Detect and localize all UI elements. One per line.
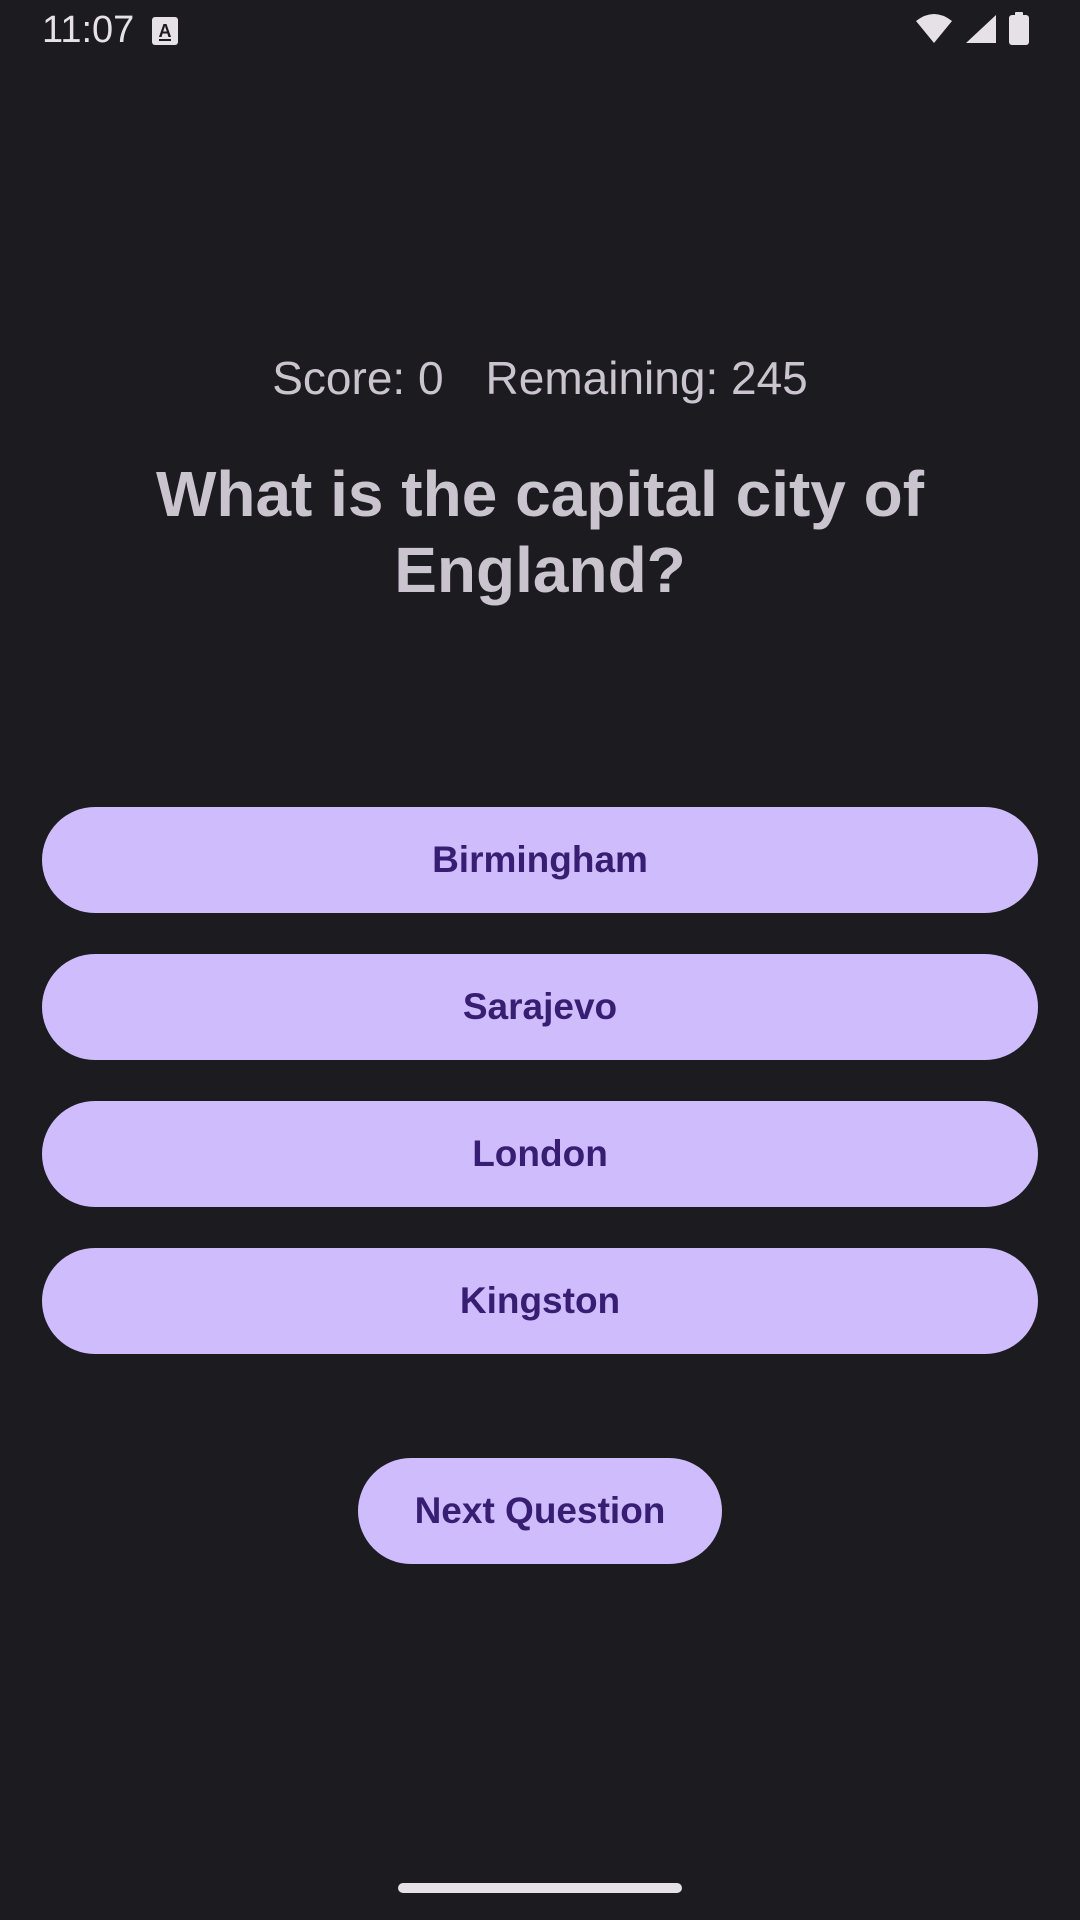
score-row: Score: 0 Remaining: 245: [0, 350, 1080, 406]
remaining-label: Remaining: 245: [485, 352, 808, 404]
score-label: Score: 0: [272, 352, 444, 404]
status-icons: [914, 11, 1030, 51]
a-keyboard-icon: A: [152, 17, 178, 45]
wifi-icon: [914, 13, 954, 50]
status-time: 11:07: [42, 9, 135, 51]
battery-icon: [1008, 11, 1030, 51]
signal-icon: [964, 13, 998, 50]
answer-button-2[interactable]: Sarajevo: [42, 954, 1038, 1060]
next-question-button[interactable]: Next Question: [358, 1458, 722, 1564]
answer-button-4[interactable]: Kingston: [42, 1248, 1038, 1354]
question-text: What is the capital city of England?: [155, 458, 925, 606]
svg-text:A: A: [159, 21, 172, 41]
answer-button-3[interactable]: London: [42, 1101, 1038, 1207]
answer-button-1[interactable]: Birmingham: [42, 807, 1038, 913]
status-bar: 11:07 A: [0, 0, 1080, 64]
gesture-navigation-bar[interactable]: [398, 1883, 682, 1893]
